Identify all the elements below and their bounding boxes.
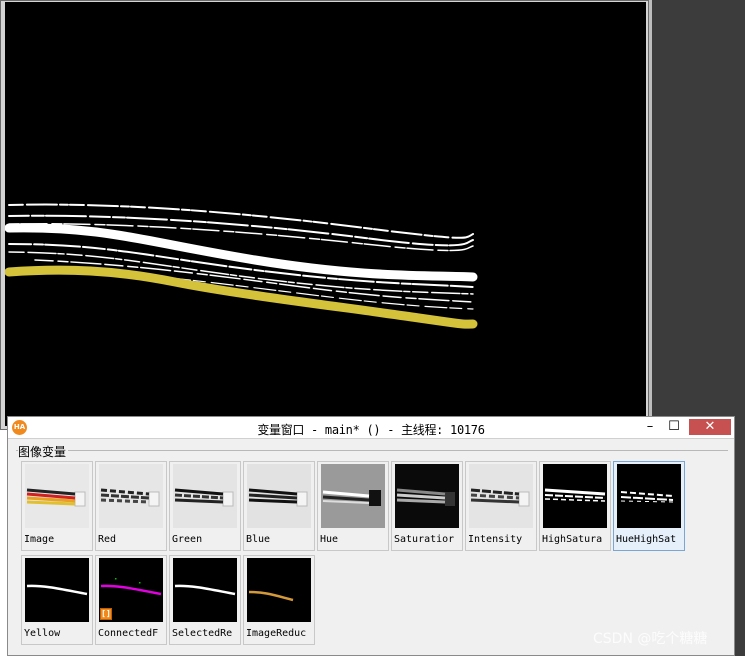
- saturation-preview: [395, 464, 459, 528]
- thumbnail-imagereduced[interactable]: ImageReduc: [243, 555, 315, 645]
- thumbnail-red[interactable]: Red: [95, 461, 167, 551]
- thumbnail-blue[interactable]: Blue: [243, 461, 315, 551]
- connected-preview: []: [99, 558, 163, 622]
- watermark-text: CSDN @吃个糖糖: [593, 631, 708, 647]
- group-divider: [16, 450, 728, 451]
- thumbnail-label: HueHighSat: [616, 534, 677, 545]
- yellow-preview: [25, 558, 89, 622]
- huehighsat-preview: [617, 464, 681, 528]
- thumbnail-label: Intensity: [468, 534, 523, 545]
- thumbnail-green[interactable]: Green: [169, 461, 241, 551]
- thumbnail-hue[interactable]: Hue: [317, 461, 389, 551]
- image-variables-label: 图像变量: [18, 443, 69, 460]
- close-button[interactable]: ✕: [689, 419, 731, 435]
- thumbnail-label: Blue: [246, 534, 271, 545]
- selectedregions-preview: [173, 558, 237, 622]
- graphics-window[interactable]: [0, 0, 649, 430]
- variable-window[interactable]: HA 变量窗口 - main* () - 主线程: 10176 – ☐ ✕ 图像…: [7, 416, 735, 656]
- thumbnail-connected[interactable]: [] ConnectedF: [95, 555, 167, 645]
- thumbnail-label: HighSatura: [542, 534, 603, 545]
- thumbnail-label: Hue: [320, 534, 339, 545]
- minimize-button[interactable]: –: [641, 419, 659, 435]
- red-preview: [99, 464, 163, 528]
- thumbnail-label: SelectedRe: [172, 628, 233, 639]
- thumbnail-label: ConnectedF: [98, 628, 159, 639]
- imagereduced-preview: [247, 558, 311, 622]
- image-canvas[interactable]: [5, 2, 646, 426]
- thumbnail-label: Saturatior: [394, 534, 455, 545]
- variable-window-titlebar[interactable]: HA 变量窗口 - main* () - 主线程: 10176 – ☐ ✕: [8, 417, 734, 439]
- thumbnail-label: Yellow: [24, 628, 61, 639]
- thumbnail-label: Green: [172, 534, 203, 545]
- region-array-icon: []: [100, 608, 112, 620]
- thumbnail-saturation[interactable]: Saturatior: [391, 461, 463, 551]
- thumbnail-yellow[interactable]: Yellow: [21, 555, 93, 645]
- image-preview: [25, 464, 89, 528]
- thumbnail-huehighsat[interactable]: HueHighSat: [613, 461, 685, 551]
- blue-preview: [247, 464, 311, 528]
- thumbnail-highsaturation[interactable]: HighSatura: [539, 461, 611, 551]
- window-title: 变量窗口 - main* () - 主线程: 10176: [257, 423, 485, 437]
- highsaturation-preview: [543, 464, 607, 528]
- thumbnail-selectedregions[interactable]: SelectedRe: [169, 555, 241, 645]
- thumbnail-intensity[interactable]: Intensity: [465, 461, 537, 551]
- thumbnail-label: Image: [24, 534, 55, 545]
- maximize-button[interactable]: ☐: [665, 419, 683, 435]
- green-preview: [173, 464, 237, 528]
- thumbnail-label: ImageReduc: [246, 628, 307, 639]
- hue-preview: [321, 464, 385, 528]
- thumbnail-image[interactable]: Image: [21, 461, 93, 551]
- thumbnail-label: Red: [98, 534, 117, 545]
- intensity-preview: [469, 464, 533, 528]
- segmented-wire-image: [5, 203, 478, 329]
